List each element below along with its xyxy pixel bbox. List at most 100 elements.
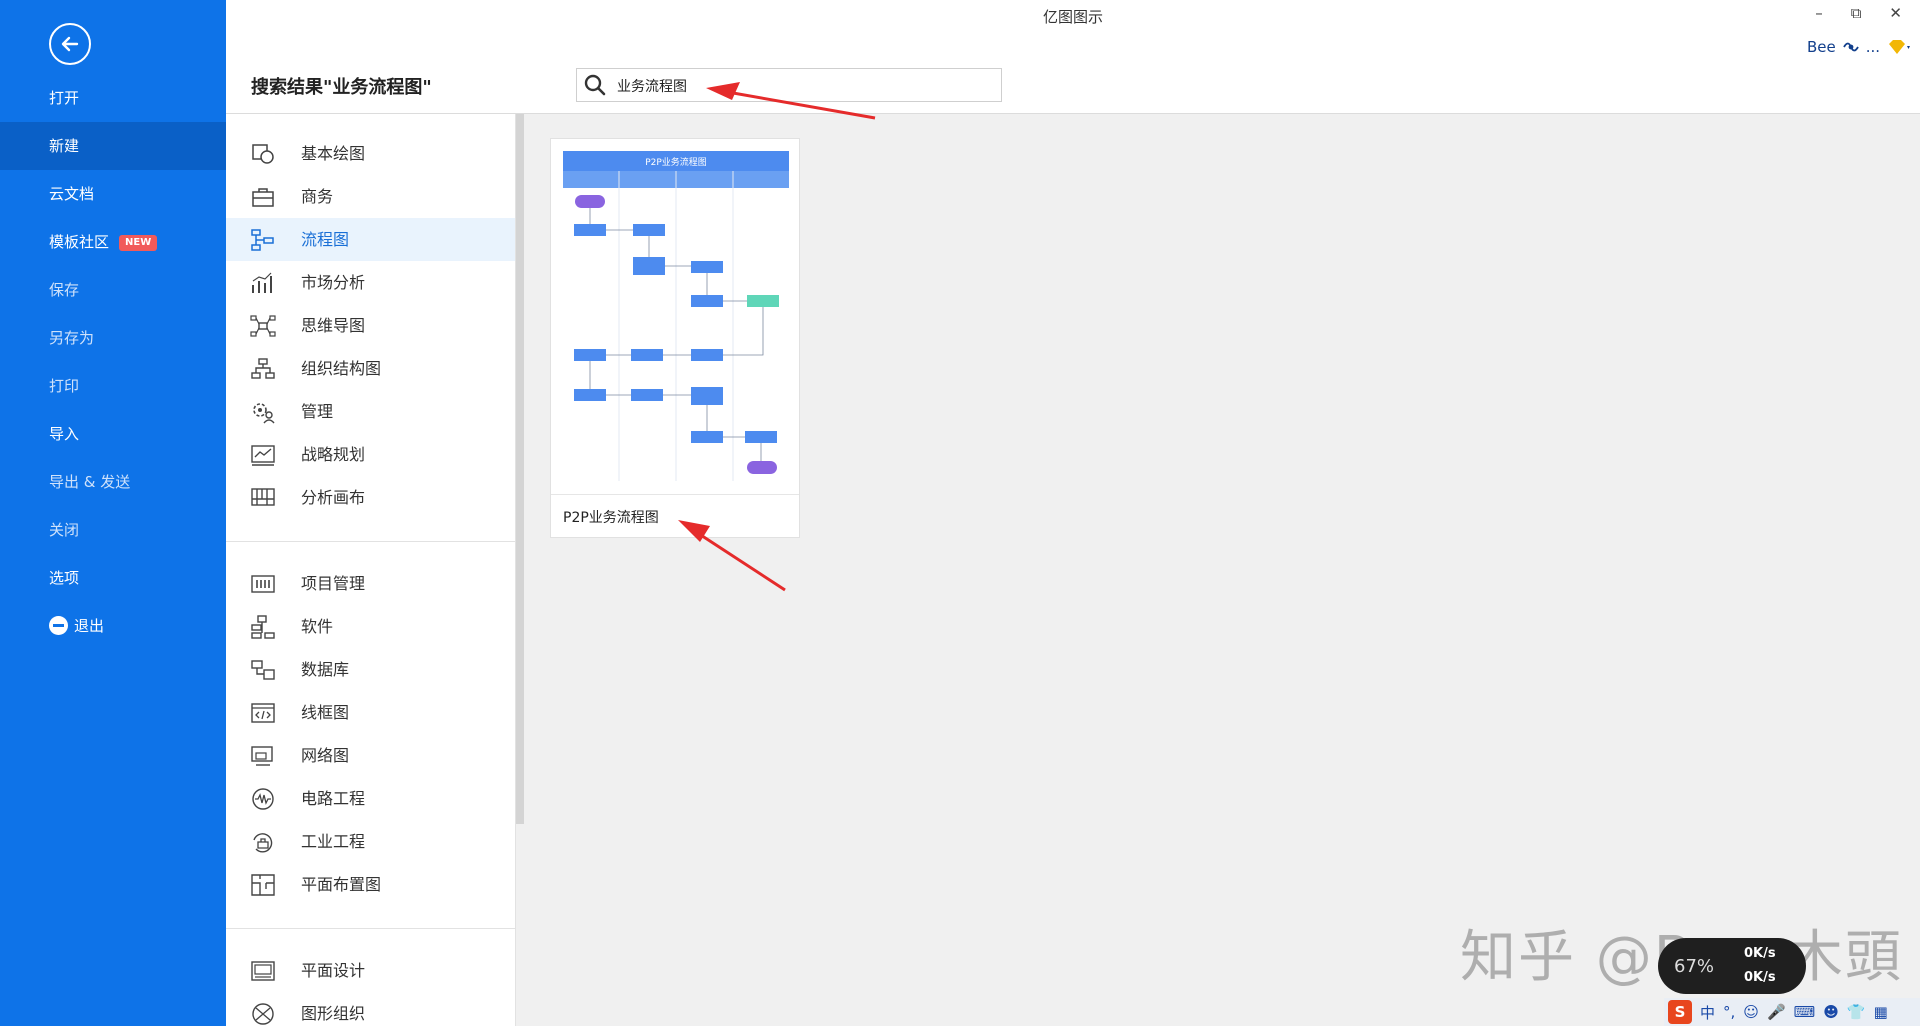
nav-save-as[interactable]: 另存为 xyxy=(0,314,226,362)
gear-person-icon xyxy=(253,403,275,424)
app-title: 亿图图示 xyxy=(1042,8,1103,26)
category-label: 平面设计 xyxy=(301,961,366,980)
network-speed-widget[interactable]: 67% 0K/s 0K/s xyxy=(1658,938,1806,994)
category-mind-map[interactable]: 思维导图 xyxy=(226,304,515,347)
user-area[interactable]: Bee ... xyxy=(1807,38,1912,56)
user-avatar-icon xyxy=(1842,42,1859,52)
category-business[interactable]: 商务 xyxy=(226,175,515,218)
category-divider xyxy=(226,928,515,929)
nav-cloud[interactable]: 云文档 xyxy=(0,170,226,218)
category-circuit[interactable]: 电路工程 xyxy=(226,777,515,820)
nav-close[interactable]: 关闭 xyxy=(0,506,226,554)
industrial-icon xyxy=(253,833,273,853)
nav-import[interactable]: 导入 xyxy=(0,410,226,458)
nav-community[interactable]: 模板社区 NEW xyxy=(0,218,226,266)
grid-menu-icon[interactable]: ▦ xyxy=(1874,1003,1888,1021)
nav-print[interactable]: 打印 xyxy=(0,362,226,410)
category-flowchart[interactable]: 流程图 xyxy=(226,218,515,261)
category-label: 平面布置图 xyxy=(301,875,382,894)
nav-open[interactable]: 打开 xyxy=(0,74,226,122)
nav-options[interactable]: 选项 xyxy=(0,554,226,602)
category-scrollbar[interactable] xyxy=(516,114,524,824)
new-badge: NEW xyxy=(119,235,158,251)
user-name: Bee xyxy=(1806,38,1836,56)
category-market-analysis[interactable]: 市场分析 xyxy=(226,261,515,304)
nav-export[interactable]: 导出 & 发送 xyxy=(0,458,226,506)
category-management[interactable]: 管理 xyxy=(226,390,515,433)
network-icon xyxy=(251,746,273,766)
nav-save[interactable]: 保存 xyxy=(0,266,226,314)
ime-punctuation[interactable]: °, xyxy=(1723,1003,1735,1021)
category-label: 线框图 xyxy=(301,703,350,722)
category-floor-plan[interactable]: 平面布置图 xyxy=(226,863,515,906)
line-chart-icon xyxy=(251,445,275,466)
category-label: 网络图 xyxy=(301,746,350,765)
basic-shapes-icon xyxy=(252,144,274,164)
database-icon xyxy=(251,660,275,680)
category-network[interactable]: 网络图 xyxy=(226,734,515,777)
mind-map-icon xyxy=(250,315,276,337)
category-graphic-organizer[interactable]: 图形组织 xyxy=(226,992,515,1026)
software-icon xyxy=(251,615,275,639)
search-input[interactable] xyxy=(615,73,989,99)
emoji-icon[interactable]: ☺ xyxy=(1743,1003,1759,1021)
category-graphic-design[interactable]: 平面设计 xyxy=(226,949,515,992)
search-icon[interactable] xyxy=(583,73,607,97)
org-chart-icon xyxy=(251,358,275,379)
gantt-icon xyxy=(251,575,275,593)
category-wireframe[interactable]: 线框图 xyxy=(226,691,515,734)
category-label: 软件 xyxy=(301,617,334,636)
back-button[interactable] xyxy=(49,23,91,65)
minimize-icon[interactable]: – xyxy=(1815,4,1823,22)
nav-new[interactable]: 新建 xyxy=(0,122,226,170)
category-basic-drawing[interactable]: 基本绘图 xyxy=(226,132,515,175)
nav-community-label: 模板社区 xyxy=(49,233,110,251)
template-title: P2P业务流程图 xyxy=(563,510,659,526)
ime-toolbar: S 中 °, ☺ 🎤 ⌨ ☻ 👕 ▦ xyxy=(1664,998,1920,1026)
card-separator xyxy=(551,494,799,495)
window-controls: – ⧉ ✕ xyxy=(1815,4,1902,22)
net-download-speed: 0K/s xyxy=(1744,970,1776,985)
circuit-wave-icon xyxy=(252,788,274,810)
keyboard-icon[interactable]: ⌨ xyxy=(1794,1003,1816,1021)
category-label: 项目管理 xyxy=(301,574,366,593)
nav-exit-label: 退出 xyxy=(74,617,105,635)
net-upload-speed: 0K/s xyxy=(1744,946,1776,961)
skin-shirt-icon[interactable]: 👕 xyxy=(1847,1003,1866,1021)
top-bar: 亿图图示 – ⧉ ✕ Bee ... 搜索结果"业务流程图" xyxy=(226,0,1920,114)
person-icon[interactable]: ☻ xyxy=(1823,1003,1839,1021)
category-label: 组织结构图 xyxy=(301,359,382,378)
canvas-grid-icon xyxy=(251,488,275,506)
category-label: 数据库 xyxy=(301,660,350,679)
microphone-icon[interactable]: 🎤 xyxy=(1767,1003,1786,1021)
vip-diamond-icon xyxy=(1889,40,1910,54)
template-thumbnail: P2P业务流程图 xyxy=(563,151,789,491)
category-label: 市场分析 xyxy=(301,273,366,292)
nav-exit[interactable]: 退出 xyxy=(0,602,226,650)
organizer-icon xyxy=(252,1003,274,1025)
search-box[interactable] xyxy=(576,68,1002,102)
category-software[interactable]: 软件 xyxy=(226,605,515,648)
close-icon[interactable]: ✕ xyxy=(1889,4,1902,22)
exit-icon xyxy=(49,616,68,635)
sogou-logo-icon[interactable]: S xyxy=(1668,1000,1692,1024)
bar-chart-icon xyxy=(252,272,272,293)
category-label: 基本绘图 xyxy=(301,144,366,163)
category-project-management[interactable]: 项目管理 xyxy=(226,562,515,605)
ime-language[interactable]: 中 xyxy=(1700,1002,1715,1023)
category-industrial[interactable]: 工业工程 xyxy=(226,820,515,863)
category-analysis-canvas[interactable]: 分析画布 xyxy=(226,476,515,519)
briefcase-icon xyxy=(252,188,274,207)
template-card[interactable]: P2P业务流程图 P2P业务流程图 xyxy=(550,138,800,538)
category-divider xyxy=(226,541,515,542)
flowchart-icon xyxy=(251,229,274,251)
category-org-chart[interactable]: 组织结构图 xyxy=(226,347,515,390)
category-database[interactable]: 数据库 xyxy=(226,648,515,691)
code-window-icon xyxy=(251,703,275,723)
category-label: 图形组织 xyxy=(301,1004,366,1023)
picture-icon xyxy=(251,961,275,981)
category-label: 商务 xyxy=(301,187,334,206)
category-strategy[interactable]: 战略规划 xyxy=(226,433,515,476)
thumb-title: P2P业务流程图 xyxy=(645,156,707,168)
restore-icon[interactable]: ⧉ xyxy=(1851,4,1862,22)
